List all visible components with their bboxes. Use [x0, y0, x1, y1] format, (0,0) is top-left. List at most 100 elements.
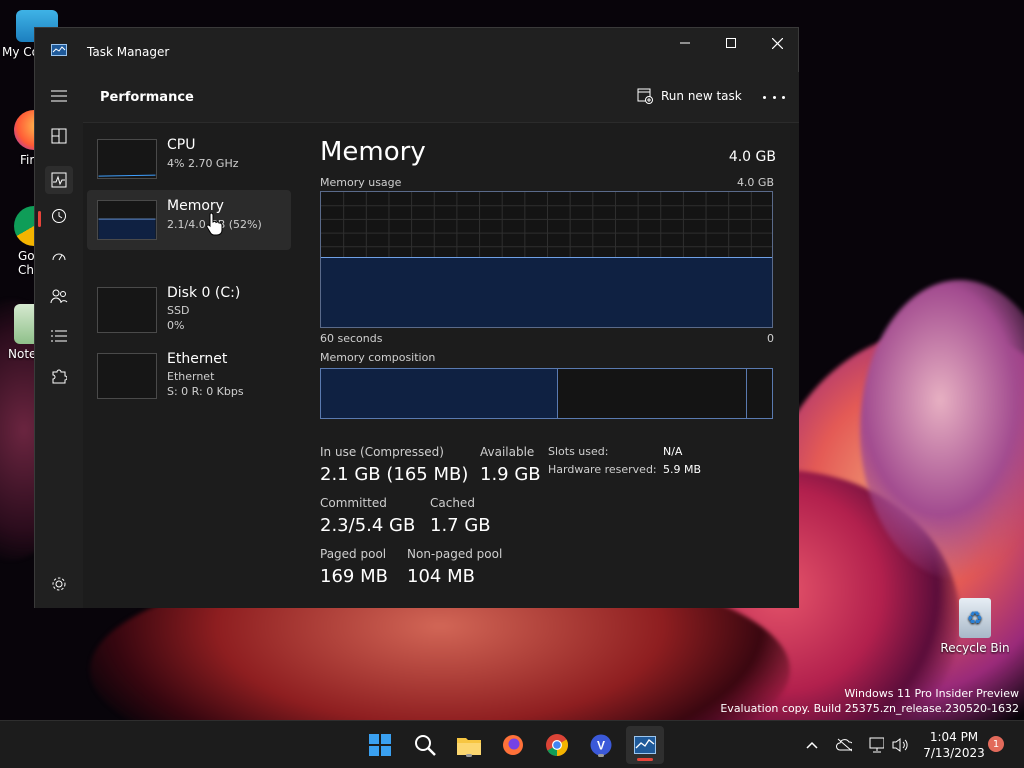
- active-nav-indicator: [38, 211, 41, 227]
- window-title: Task Manager: [87, 45, 170, 59]
- close-button[interactable]: [754, 28, 800, 58]
- page-title: Performance: [100, 90, 194, 105]
- ethernet-thumbnail-graph: [97, 353, 157, 399]
- memory-usage-fill: [321, 256, 772, 327]
- task-manager-icon: [634, 736, 656, 754]
- chevron-up-icon: [806, 741, 818, 749]
- cloud-off-icon: [836, 738, 852, 752]
- memory-usage-label: Memory usage: [320, 176, 402, 189]
- resource-item-cpu[interactable]: CPU 4% 2.70 GHz: [87, 131, 291, 191]
- hardware-reserved-label: Hardware reserved:: [548, 463, 657, 476]
- speaker-icon: [892, 738, 908, 752]
- memory-composition-bar: [320, 368, 773, 419]
- start-button[interactable]: [365, 730, 395, 760]
- v-app-taskbar-button[interactable]: V: [586, 730, 616, 760]
- firefox-taskbar-button[interactable]: [498, 730, 528, 760]
- in-use-value: 2.1 GB (165 MB): [320, 464, 469, 485]
- cpu-thumbnail-graph: [97, 139, 157, 179]
- non-paged-pool-value: 104 MB: [407, 566, 475, 587]
- committed-value: 2.3/5.4 GB: [320, 515, 416, 536]
- services-puzzle-icon: [52, 369, 67, 384]
- search-icon: [415, 735, 436, 756]
- nav-users-button[interactable]: [49, 286, 69, 306]
- maximize-button[interactable]: [708, 28, 754, 58]
- task-manager-app-icon: [51, 44, 67, 56]
- onedrive-tray-button[interactable]: [836, 737, 852, 753]
- detail-title: Memory: [320, 137, 426, 167]
- svg-text:V: V: [597, 739, 605, 753]
- nav-details-button[interactable]: [49, 326, 69, 346]
- hamburger-icon: [51, 90, 67, 102]
- committed-label: Committed: [320, 496, 387, 510]
- in-use-label: In use (Compressed): [320, 445, 444, 459]
- network-tray-button[interactable]: [868, 737, 884, 753]
- nav-app-history-button[interactable]: [49, 206, 69, 226]
- hamburger-menu-button[interactable]: [49, 86, 69, 106]
- network-icon: [869, 737, 884, 753]
- chrome-taskbar-button[interactable]: [542, 730, 572, 760]
- v-app-icon: V: [590, 734, 612, 756]
- show-hidden-icons-button[interactable]: [804, 737, 820, 753]
- performance-icon: [51, 172, 67, 188]
- volume-tray-button[interactable]: [892, 737, 908, 753]
- composition-standby[interactable]: [558, 369, 748, 418]
- nav-processes-button[interactable]: [49, 126, 69, 146]
- recycle-bin-icon: ♻: [959, 598, 991, 638]
- search-button[interactable]: [410, 730, 440, 760]
- cached-label: Cached: [430, 496, 475, 510]
- non-paged-pool-label: Non-paged pool: [407, 547, 503, 561]
- taskbar: V 1:04 PM 7/13/2023 1: [0, 720, 1024, 768]
- history-icon: [52, 209, 66, 223]
- composition-free[interactable]: [747, 369, 772, 418]
- resource-item-disk[interactable]: Disk 0 (C:) SSD 0%: [87, 280, 291, 340]
- hardware-reserved-value: 5.9 MB: [663, 463, 702, 476]
- available-value: 1.9 GB: [480, 464, 541, 485]
- evaluation-watermark: Windows 11 Pro Insider Preview Evaluatio…: [720, 687, 1019, 715]
- composition-in-use[interactable]: [321, 369, 558, 418]
- title-bar[interactable]: Task Manager: [35, 28, 798, 72]
- nav-performance-button[interactable]: [45, 166, 73, 194]
- minimize-icon: [680, 42, 690, 44]
- maximize-icon: [726, 38, 736, 48]
- resource-item-ethernet[interactable]: Ethernet Ethernet S: 0 R: 0 Kbps: [87, 346, 291, 406]
- speedometer-icon: [52, 253, 66, 261]
- notification-badge[interactable]: 1: [988, 736, 1004, 752]
- nav-startup-apps-button[interactable]: [49, 246, 69, 266]
- users-icon: [50, 289, 68, 304]
- memory-thumbnail-graph: [97, 200, 157, 240]
- paged-pool-label: Paged pool: [320, 547, 387, 561]
- ellipsis-icon: [763, 95, 766, 99]
- memory-usage-graph: [320, 191, 773, 328]
- graph-axis-right: 0: [767, 332, 774, 345]
- run-new-task-button[interactable]: Run new task: [637, 88, 742, 104]
- folder-icon: [457, 738, 481, 755]
- paged-pool-value: 169 MB: [320, 566, 388, 587]
- memory-composition-label: Memory composition: [320, 351, 436, 364]
- processes-icon: [51, 128, 67, 144]
- nav-services-button[interactable]: [49, 366, 69, 386]
- task-manager-taskbar-button[interactable]: [626, 726, 664, 764]
- slots-used-value: N/A: [663, 445, 683, 458]
- system-clock[interactable]: 1:04 PM 7/13/2023: [918, 729, 990, 761]
- desktop-icon-recycle-bin[interactable]: ♻ Recycle Bin: [940, 598, 1010, 655]
- hand-pointer-cursor-icon: [206, 212, 223, 236]
- nav-settings-button[interactable]: [49, 574, 69, 594]
- disk-thumbnail-graph: [97, 287, 157, 333]
- clock-time: 1:04 PM: [929, 730, 979, 744]
- details-list-icon: [51, 330, 67, 342]
- file-explorer-button[interactable]: [454, 730, 484, 760]
- resource-item-memory[interactable]: Memory 2.1/4.0 GB (52%): [87, 190, 291, 250]
- close-icon: [771, 37, 783, 49]
- windows-logo-icon: [369, 734, 391, 756]
- clock-date: 7/13/2023: [923, 746, 985, 760]
- run-new-task-icon: [637, 88, 653, 104]
- navigation-rail: [35, 72, 83, 608]
- more-options-button[interactable]: [763, 87, 785, 107]
- content-area: Performance Run new task CPU 4% 2.70 GHz…: [83, 72, 799, 608]
- chrome-icon: [546, 734, 568, 756]
- slots-used-label: Slots used:: [548, 445, 609, 458]
- detail-total: 4.0 GB: [728, 149, 776, 165]
- minimize-button[interactable]: [662, 28, 708, 58]
- cached-value: 1.7 GB: [430, 515, 491, 536]
- page-header: Performance Run new task: [83, 72, 799, 123]
